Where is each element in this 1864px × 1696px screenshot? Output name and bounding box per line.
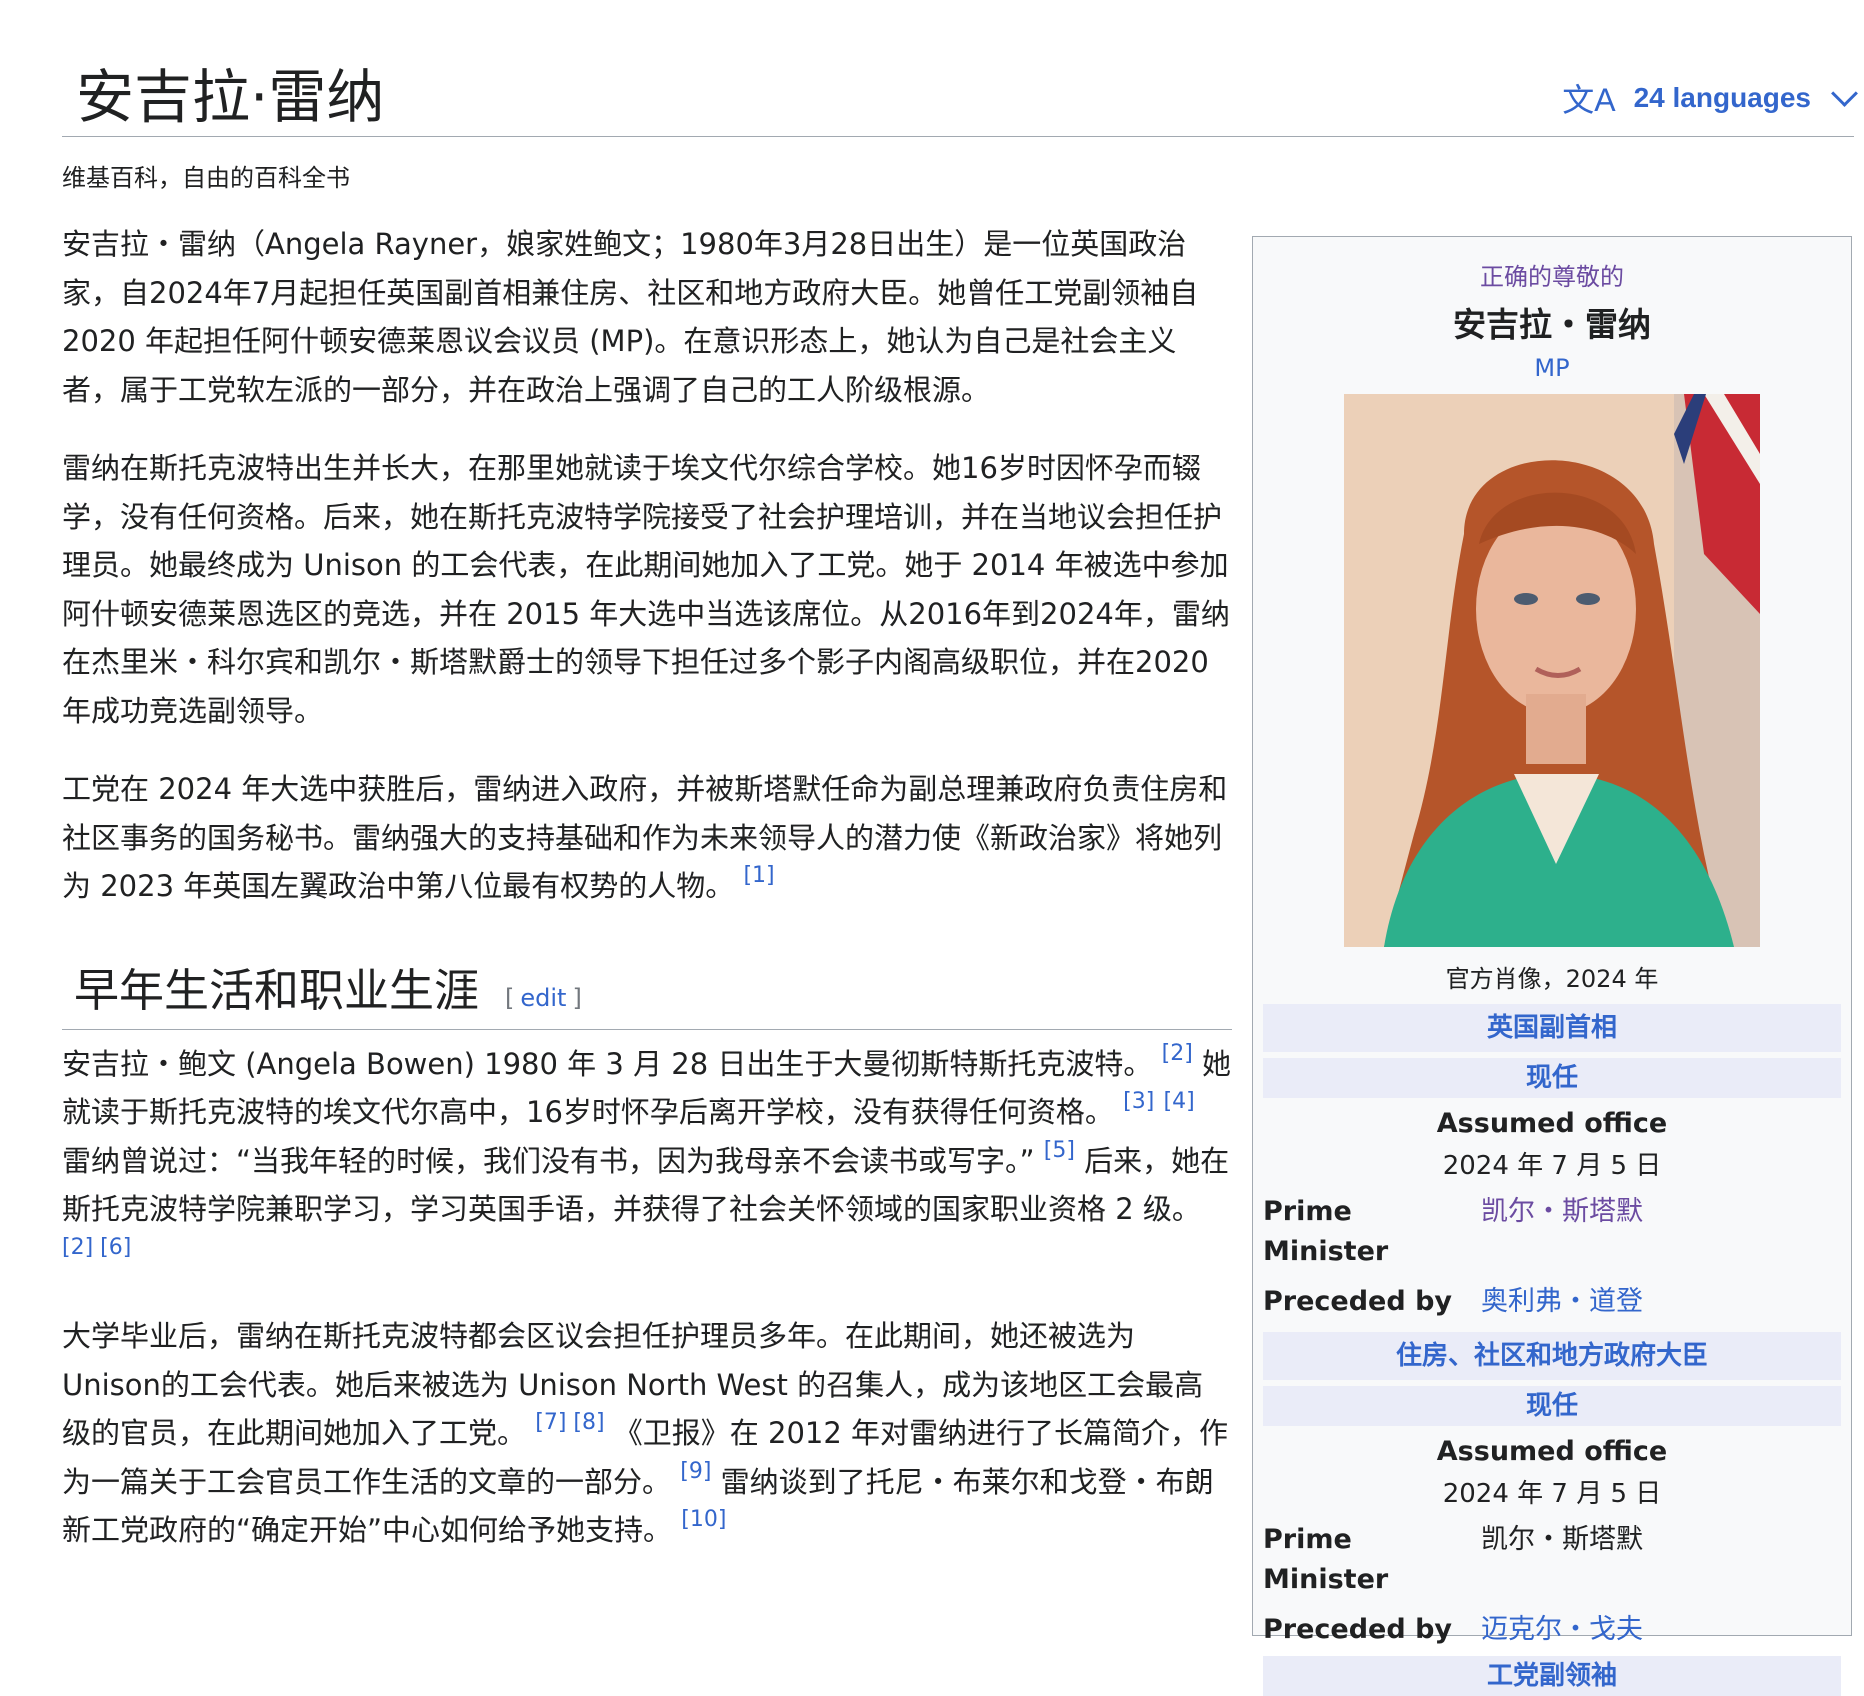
preceded-by-link[interactable]: 奥利弗・道登 <box>1473 1282 1841 1322</box>
office-status-incumbent[interactable]: 现任 <box>1263 1058 1841 1098</box>
portrait-photo[interactable] <box>1344 394 1760 947</box>
citation-5: [5] <box>1044 1138 1075 1163</box>
citation-link-4[interactable]: [4] <box>1164 1089 1195 1114</box>
portrait-caption: 官方肖像，2024 年 <box>1445 965 1659 993</box>
para-text: 雷纳曾说过：“当我年轻的时候，我们没有书，因为我母亲不会读书或写字。” <box>62 1143 1035 1178</box>
citation-link-8[interactable]: [8] <box>573 1410 604 1435</box>
preceded-by-label: Preceded by <box>1263 1286 1453 1317</box>
office-title-text: 英国副首相 <box>1486 1013 1617 1043</box>
citation-link-1[interactable]: [1] <box>743 863 774 888</box>
office-title-housing-secretary[interactable]: 住房、社区和地方政府大臣 <box>1263 1332 1841 1380</box>
section-paragraph-1: 安吉拉・鲍文 (Angela Bowen) 1980 年 3 月 28 日出生于… <box>62 1040 1232 1283</box>
preceded-by-label: Preceded by <box>1263 1614 1453 1645</box>
section-heading-text: 早年生活和职业生涯 <box>74 963 480 1017</box>
intro-paragraph-1: 安吉拉・雷纳（Angela Rayner，娘家姓鲍文；1980年3月28日出生）… <box>62 227 1199 407</box>
language-selector-button[interactable]: 文A 24 languages <box>1562 76 1858 120</box>
intro-paragraph-3: 工党在 2024 年大选中获胜后，雷纳进入政府，并被斯塔默任命为副总理兼政府负责… <box>62 765 1232 911</box>
office-status-incumbent[interactable]: 现任 <box>1263 1386 1841 1426</box>
edit-bracket-close: ] <box>572 983 582 1012</box>
citation-7-8: [7] [8] <box>535 1410 604 1435</box>
article-content: 安吉拉・雷纳（Angela Rayner，娘家姓鲍文；1980年3月28日出生）… <box>62 220 1232 1585</box>
edit-bracket-open: [ <box>505 983 515 1012</box>
office-title-deputy-leader[interactable]: 工党副领袖 <box>1263 1656 1841 1696</box>
office-title-deputy-pm[interactable]: 英国副首相 <box>1263 1004 1841 1052</box>
citation-9: [9] <box>680 1459 711 1484</box>
preceded-by-row: Preceded by 迈克尔・戈夫 <box>1263 1610 1841 1650</box>
assumed-office-label: Assumed office <box>1436 1108 1668 1139</box>
edit-section-link[interactable]: edit <box>520 984 566 1012</box>
section-heading-early-life: 早年生活和职业生涯 [edit] <box>62 959 1232 1030</box>
office-status-text: 现任 <box>1525 1391 1578 1421</box>
office-status-text: 现任 <box>1525 1063 1578 1093</box>
office-title-text: 住房、社区和地方政府大臣 <box>1395 1341 1708 1371</box>
citation-2b: [2] [6] <box>62 1235 131 1260</box>
citation-2: [2] <box>1162 1041 1193 1066</box>
intro-paragraph-2: 雷纳在斯托克波特出生并长大，在那里她就读于埃文代尔综合学校。她16岁时因怀孕而辍… <box>62 451 1230 728</box>
preceded-by-row: Preceded by 奥利弗・道登 <box>1263 1282 1841 1322</box>
assumed-office-label: Assumed office <box>1436 1436 1668 1467</box>
infobox-name: 安吉拉・雷纳 <box>1453 305 1651 344</box>
chevron-down-icon <box>1831 79 1858 107</box>
citation-1: [1] <box>743 863 774 888</box>
page-title: 安吉拉·雷纳 <box>76 63 385 131</box>
citation-link-7[interactable]: [7] <box>535 1410 566 1435</box>
citation-3: [3] <box>1123 1089 1154 1114</box>
citation-link-2b[interactable]: [2] <box>62 1235 93 1260</box>
page-header: 安吉拉·雷纳 文A 24 languages <box>62 58 1858 137</box>
citation-10: [10] <box>681 1507 726 1532</box>
section-paragraph-2: 大学毕业后，雷纳在斯托克波特都会区议会担任护理员多年。在此期间，她还被选为Uni… <box>62 1312 1232 1555</box>
languages-label: 24 languages <box>1633 82 1811 113</box>
office-title-text: 工党副领袖 <box>1486 1661 1617 1691</box>
site-tagline: 维基百科，自由的百科全书 <box>62 164 350 192</box>
infobox: 正确的尊敬的 安吉拉・雷纳 MP 官方肖像，2024 年 英国副首相 现任 As… <box>1252 236 1852 1696</box>
prime-minister-link[interactable]: 凯尔・斯塔默 <box>1473 1192 1841 1272</box>
prime-minister-label: Prime Minister <box>1263 1196 1389 1267</box>
para-text: 安吉拉・鲍文 (Angela Bowen) 1980 年 3 月 28 日出生于… <box>62 1046 1153 1081</box>
preceded-by-link[interactable]: 迈克尔・戈夫 <box>1473 1610 1841 1650</box>
infobox-honorific[interactable]: 正确的尊敬的 <box>1253 257 1851 292</box>
portrait-image <box>1344 394 1760 947</box>
translate-icon: 文A <box>1562 82 1616 118</box>
citation-link-10[interactable]: [10] <box>681 1507 726 1532</box>
infobox-post-nominal[interactable]: MP <box>1253 354 1851 382</box>
citation-link-9[interactable]: [9] <box>680 1459 711 1484</box>
assumed-office-date: 2024 年 7 月 5 日 <box>1442 1479 1662 1509</box>
citation-link-6[interactable]: [6] <box>100 1235 131 1260</box>
citation-link-2[interactable]: [2] <box>1162 1041 1193 1066</box>
citation-link-5[interactable]: [5] <box>1044 1138 1075 1163</box>
prime-minister-value: 凯尔・斯塔默 <box>1481 1524 1643 1555</box>
citation-link-3[interactable]: [3] <box>1123 1089 1154 1114</box>
prime-minister-row: Prime Minister 凯尔・斯塔默 <box>1263 1192 1841 1272</box>
edit-section: [edit] <box>505 974 582 1023</box>
prime-minister-row: Prime Minister 凯尔・斯塔默 <box>1263 1520 1841 1600</box>
citation-4: [4] <box>1164 1089 1195 1114</box>
intro-paragraph-3-text: 工党在 2024 年大选中获胜后，雷纳进入政府，并被斯塔默任命为副总理兼政府负责… <box>62 772 1228 903</box>
assumed-office-date: 2024 年 7 月 5 日 <box>1442 1151 1662 1181</box>
prime-minister-label: Prime Minister <box>1263 1524 1389 1595</box>
